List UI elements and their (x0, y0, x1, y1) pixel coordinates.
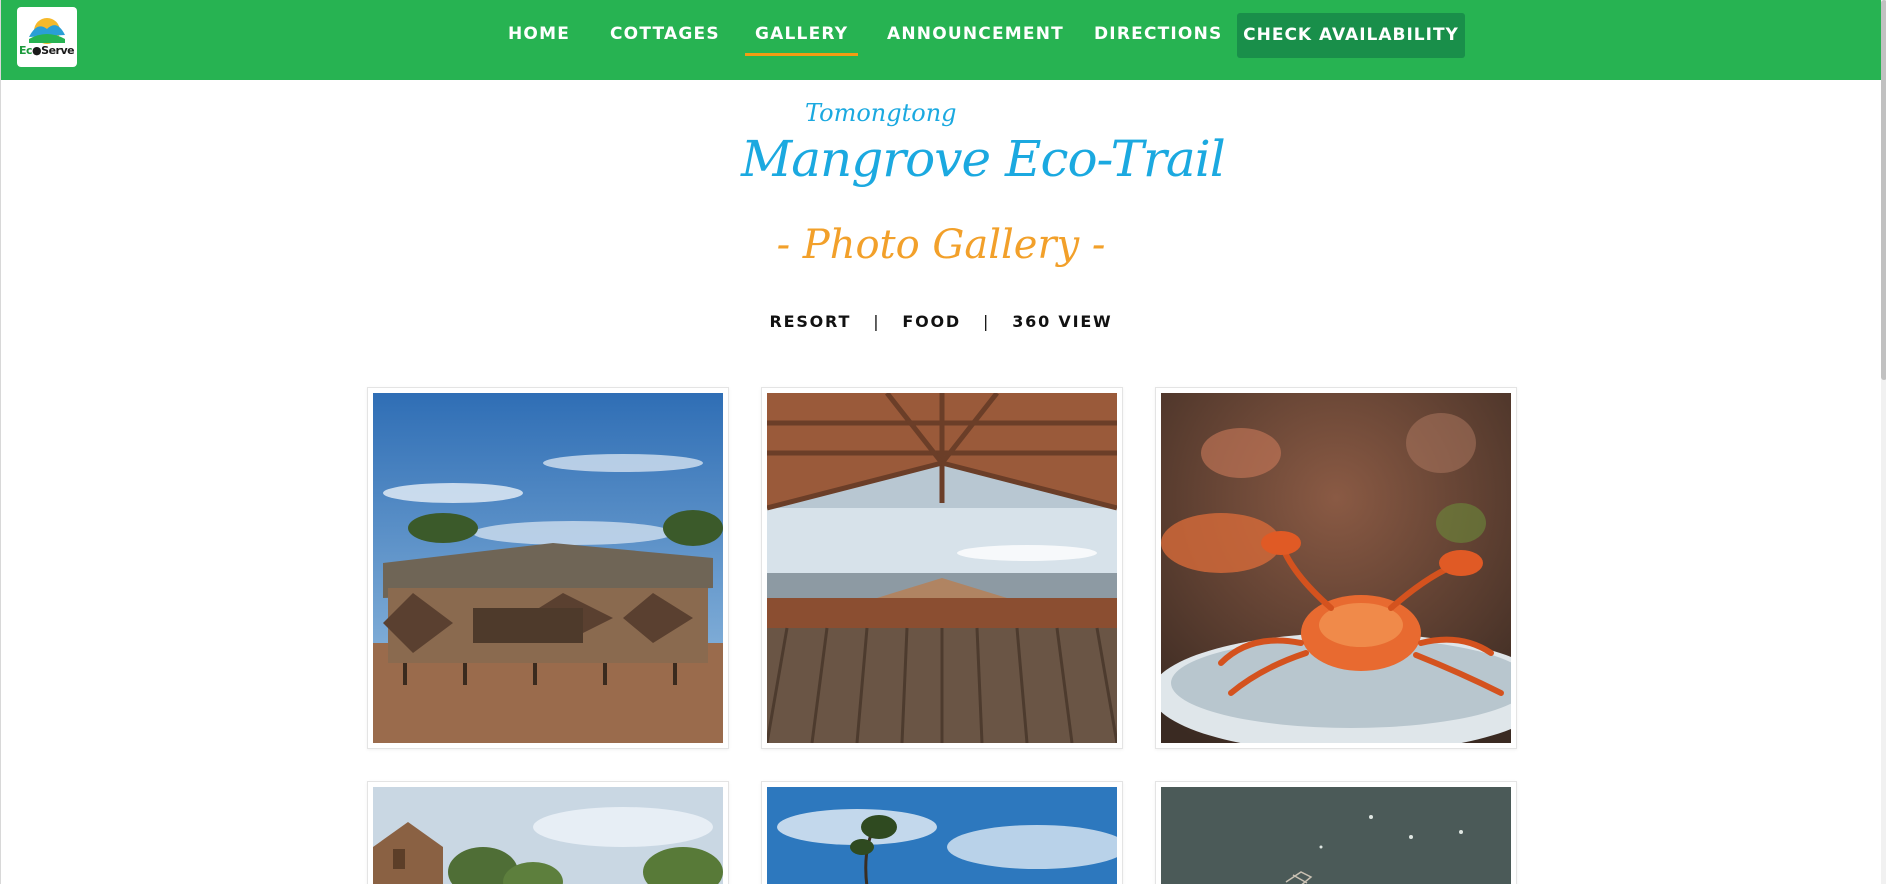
bamboo-cottages-photo (373, 393, 723, 743)
nav-cottages[interactable]: COTTAGES (610, 23, 720, 45)
page-title: Mangrove Eco-Trail (741, 130, 1226, 188)
gallery-card[interactable] (367, 387, 729, 749)
logo-text-eco: Ec (19, 44, 33, 57)
nav-announcement[interactable]: ANNOUNCEMENT (887, 23, 1064, 45)
crab-dish-photo (1161, 393, 1511, 743)
filter-food[interactable]: FOOD (902, 312, 961, 331)
scrollbar-thumb[interactable] (1881, 0, 1886, 380)
cottage-trees-photo (373, 787, 723, 884)
sky-tree-photo (767, 787, 1117, 884)
logo-text: Ec●Serve (19, 44, 75, 57)
check-availability-button[interactable]: CHECK AVAILABILITY (1237, 13, 1465, 58)
filter-360-view[interactable]: 360 VIEW (1012, 312, 1112, 331)
filter-resort[interactable]: RESORT (769, 312, 851, 331)
filter-separator: | (983, 312, 991, 331)
gallery-card[interactable] (1155, 387, 1517, 749)
gallery-card[interactable] (761, 387, 1123, 749)
gallery-card[interactable] (367, 781, 729, 884)
ecoserve-logo[interactable]: Ec●Serve (17, 7, 77, 67)
nav-directions[interactable]: DIRECTIONS (1094, 23, 1222, 45)
water-aerial-photo (1161, 787, 1511, 884)
navbar: Ec●Serve HOME COTTAGES GALLERY ANNOUNCEM… (1, 0, 1881, 80)
gallery-card[interactable] (1155, 781, 1517, 884)
gallery-filters: RESORT | FOOD | 360 VIEW (1, 312, 1881, 331)
nav-gallery[interactable]: GALLERY (744, 23, 859, 56)
gallery-card[interactable] (761, 781, 1123, 884)
bamboo-deck-seaview-photo (767, 393, 1117, 743)
filter-separator: | (873, 312, 881, 331)
nav-home[interactable]: HOME (508, 23, 570, 45)
logo-text-serve: Serve (41, 44, 75, 57)
gallery-subtitle: - Photo Gallery - (776, 222, 1106, 268)
page-scrollbar[interactable] (1881, 0, 1886, 884)
pre-title: Tomongtong (805, 99, 957, 127)
